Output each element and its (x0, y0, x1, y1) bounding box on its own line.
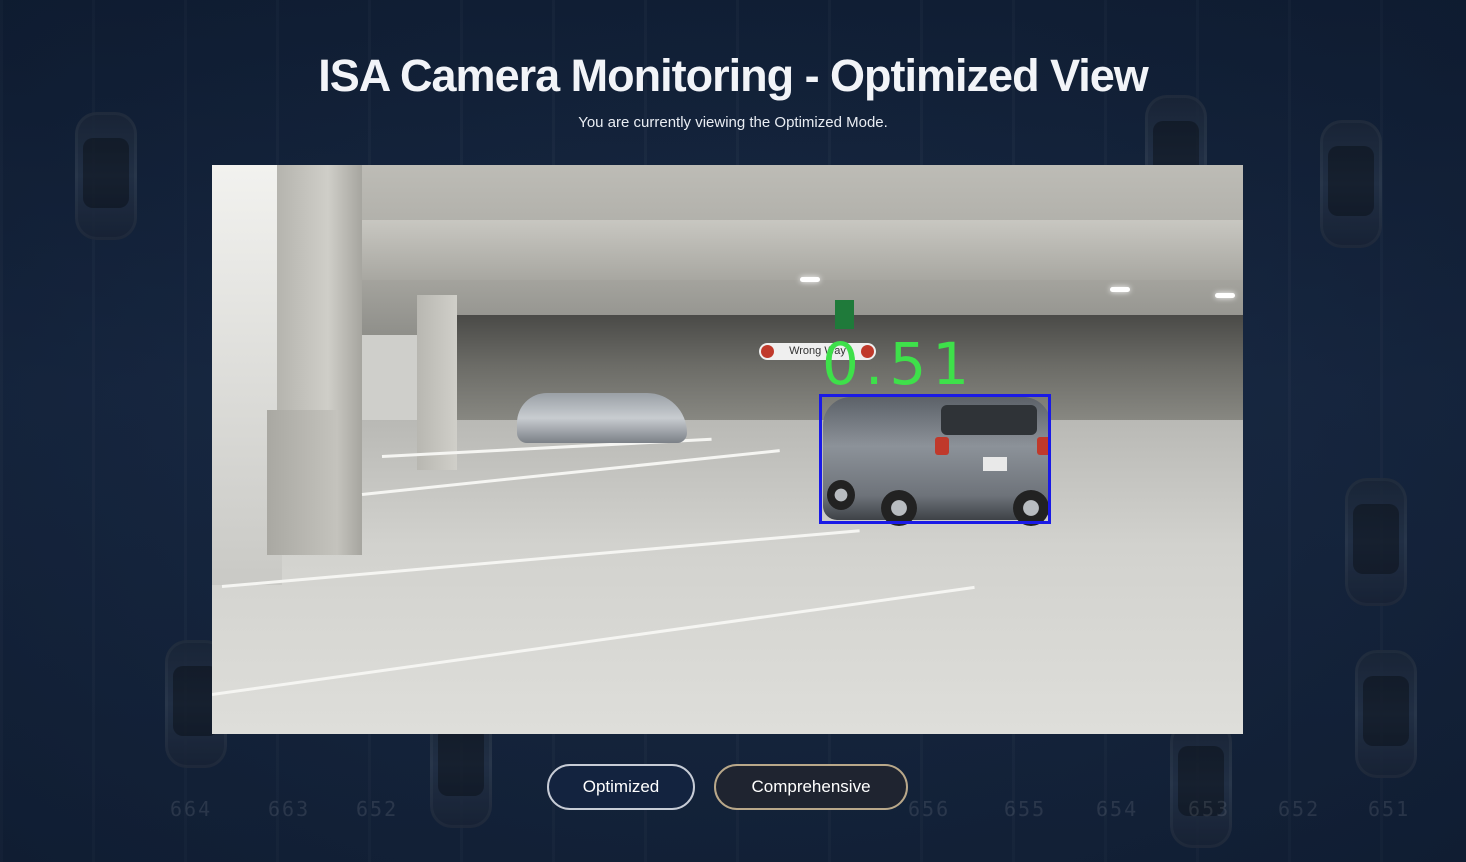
camera-feed: Wrong Way 0.51 (212, 165, 1243, 734)
background-car-icon (75, 112, 137, 240)
page-title: ISA Camera Monitoring - Optimized View (318, 50, 1149, 101)
page-header: ISA Camera Monitoring - Optimized View Y… (0, 50, 1466, 131)
ceiling-light-icon (800, 277, 820, 282)
no-entry-icon (761, 345, 774, 358)
view-mode-switch: Optimized Comprehensive (0, 764, 1466, 812)
garage-pillar (417, 295, 457, 470)
detection-bounding-box (819, 394, 1051, 524)
comprehensive-mode-button[interactable]: Comprehensive (714, 764, 908, 810)
mode-subtitle: You are currently viewing the Optimized … (578, 114, 888, 131)
optimized-mode-button[interactable]: Optimized (547, 764, 695, 810)
background-car-icon (1320, 120, 1382, 248)
background-car-icon (1355, 650, 1417, 778)
ceiling-light-icon (1110, 287, 1130, 292)
garage-low-wall (267, 410, 337, 555)
parked-car-icon (517, 393, 687, 443)
exit-sign-icon (835, 300, 854, 329)
garage-floor (212, 420, 1243, 734)
background-car-icon (1345, 478, 1407, 606)
ceiling-beam (342, 220, 1243, 280)
detection-confidence-score: 0.51 (822, 330, 976, 398)
ceiling-light-icon (1215, 293, 1235, 298)
